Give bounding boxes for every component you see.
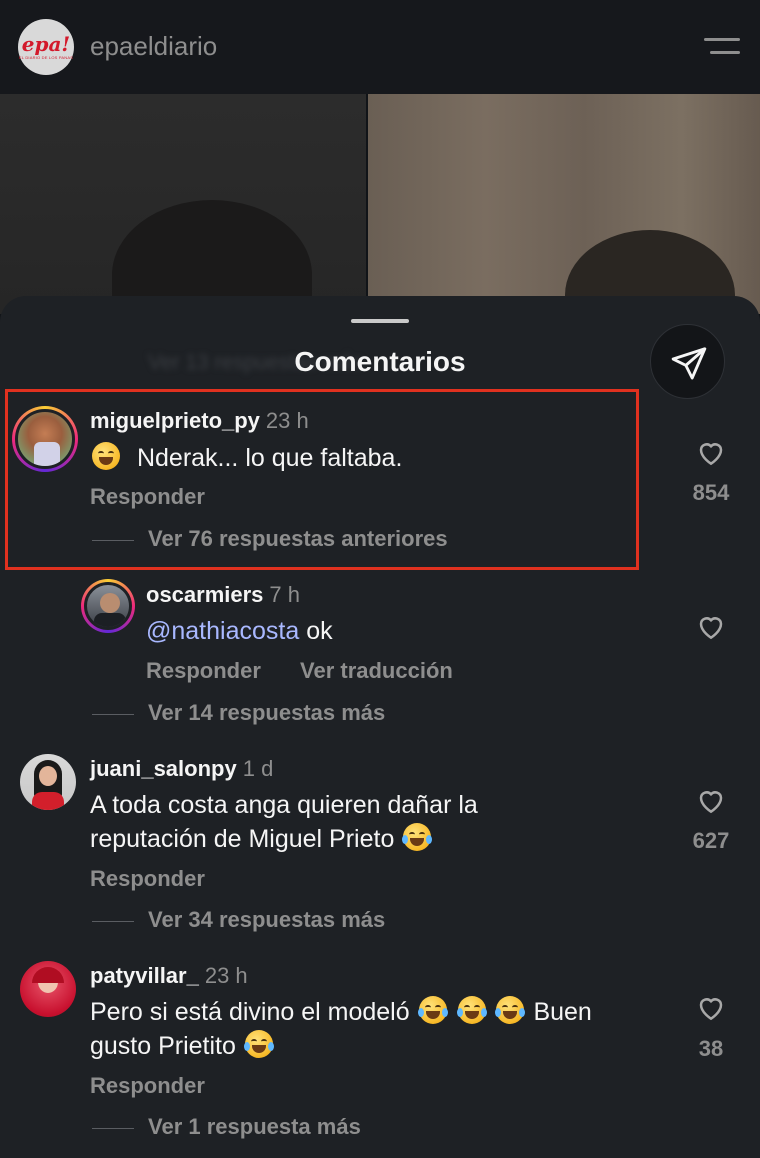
comment-text: Nderak... lo que faltaba.	[90, 441, 402, 475]
translate-button[interactable]: Ver traducción	[300, 658, 453, 684]
send-icon	[671, 347, 707, 380]
avatar[interactable]	[81, 579, 135, 633]
comment-text: @nathiacosta ok	[146, 614, 333, 648]
logo-tagline: EL DIARIO DE LOS PANAS	[18, 55, 74, 60]
comments-sheet: Ver 13 respuestas más Comentarios miguel…	[0, 296, 760, 1158]
avatar[interactable]	[12, 406, 78, 472]
view-replies-button[interactable]: Ver 1 respuesta más	[92, 1114, 361, 1140]
reply-button[interactable]: Responder	[146, 658, 261, 684]
comment-body: Nderak... lo que faltaba.	[136, 444, 403, 472]
comment-body-line-2: gusto Prietito	[90, 1032, 236, 1060]
avatar[interactable]	[20, 961, 76, 1017]
menu-icon[interactable]	[704, 36, 740, 60]
comment-username[interactable]: juani_salonpy 1 d	[90, 756, 273, 782]
comment-text: A toda costa anga quieren dañar la reput…	[90, 788, 650, 856]
like-count: 38	[698, 1036, 724, 1061]
view-replies-button[interactable]: Ver 34 respuestas más	[92, 907, 385, 933]
video-background	[0, 94, 760, 314]
username-text[interactable]: juani_salonpy	[90, 756, 237, 781]
account-name[interactable]: epaeldiario	[90, 31, 217, 62]
drag-handle[interactable]	[351, 319, 409, 323]
like-heart-icon[interactable]	[696, 786, 726, 816]
view-replies-button[interactable]: Ver 14 respuestas más	[92, 700, 385, 726]
username-text[interactable]: patyvillar_	[90, 963, 199, 988]
logo-wordmark: epa!	[21, 32, 71, 56]
tears-of-joy-emoji-icon	[456, 996, 487, 1024]
comment-time: 23 h	[204, 963, 248, 988]
comment-username[interactable]: patyvillar_ 23 h	[90, 963, 248, 989]
tears-of-joy-emoji-icon	[402, 823, 433, 851]
like-count: 627	[692, 828, 730, 853]
reply-button[interactable]: Responder	[90, 484, 205, 510]
avatar[interactable]	[20, 754, 76, 810]
username-text[interactable]: oscarmiers	[146, 582, 263, 607]
view-replies-label[interactable]: Ver 14 respuestas más	[148, 700, 385, 725]
account-logo[interactable]: epa! EL DIARIO DE LOS PANAS	[18, 19, 74, 75]
comment-time: 7 h	[269, 582, 301, 607]
like-count: 854	[692, 480, 730, 505]
tears-of-joy-emoji-icon	[495, 996, 526, 1024]
like-heart-icon[interactable]	[696, 438, 726, 468]
reply-button[interactable]: Responder	[90, 1073, 205, 1099]
comment-username[interactable]: oscarmiers 7 h	[146, 582, 300, 608]
share-button[interactable]	[650, 324, 725, 399]
view-replies-label[interactable]: Ver 1 respuesta más	[148, 1114, 361, 1139]
sweat-smile-emoji-icon	[92, 442, 120, 470]
reply-button[interactable]: Responder	[90, 866, 205, 892]
mention-link[interactable]: @nathiacosta	[146, 617, 299, 645]
comment-username[interactable]: miguelprieto_py 23 h	[90, 408, 309, 434]
view-replies-label[interactable]: Ver 34 respuestas más	[148, 907, 385, 932]
comment-body-line-2: reputación de Miguel Prieto	[90, 825, 395, 853]
comment-text: Pero si está divino el modeló Buen gusto…	[90, 995, 660, 1063]
comment-body-line-1-end: Buen	[533, 998, 592, 1026]
top-bar: epa! EL DIARIO DE LOS PANAS epaeldiario	[0, 0, 760, 94]
view-replies-button[interactable]: Ver 76 respuestas anteriores	[92, 526, 448, 552]
tears-of-joy-emoji-icon	[417, 996, 448, 1024]
comment-time: 23 h	[265, 408, 309, 433]
comment-time: 1 d	[242, 756, 274, 781]
comment-body: ok	[306, 617, 333, 645]
view-replies-label[interactable]: Ver 76 respuestas anteriores	[148, 526, 448, 551]
like-heart-icon[interactable]	[696, 993, 726, 1023]
username-text[interactable]: miguelprieto_py	[90, 408, 260, 433]
tears-of-joy-emoji-icon	[243, 1030, 274, 1058]
comment-body-line-1: A toda costa anga quieren dañar la	[90, 791, 478, 819]
comment-body-line-1: Pero si está divino el modeló	[90, 998, 410, 1026]
sheet-title: Comentarios	[294, 346, 466, 377]
like-heart-icon[interactable]	[696, 612, 726, 642]
